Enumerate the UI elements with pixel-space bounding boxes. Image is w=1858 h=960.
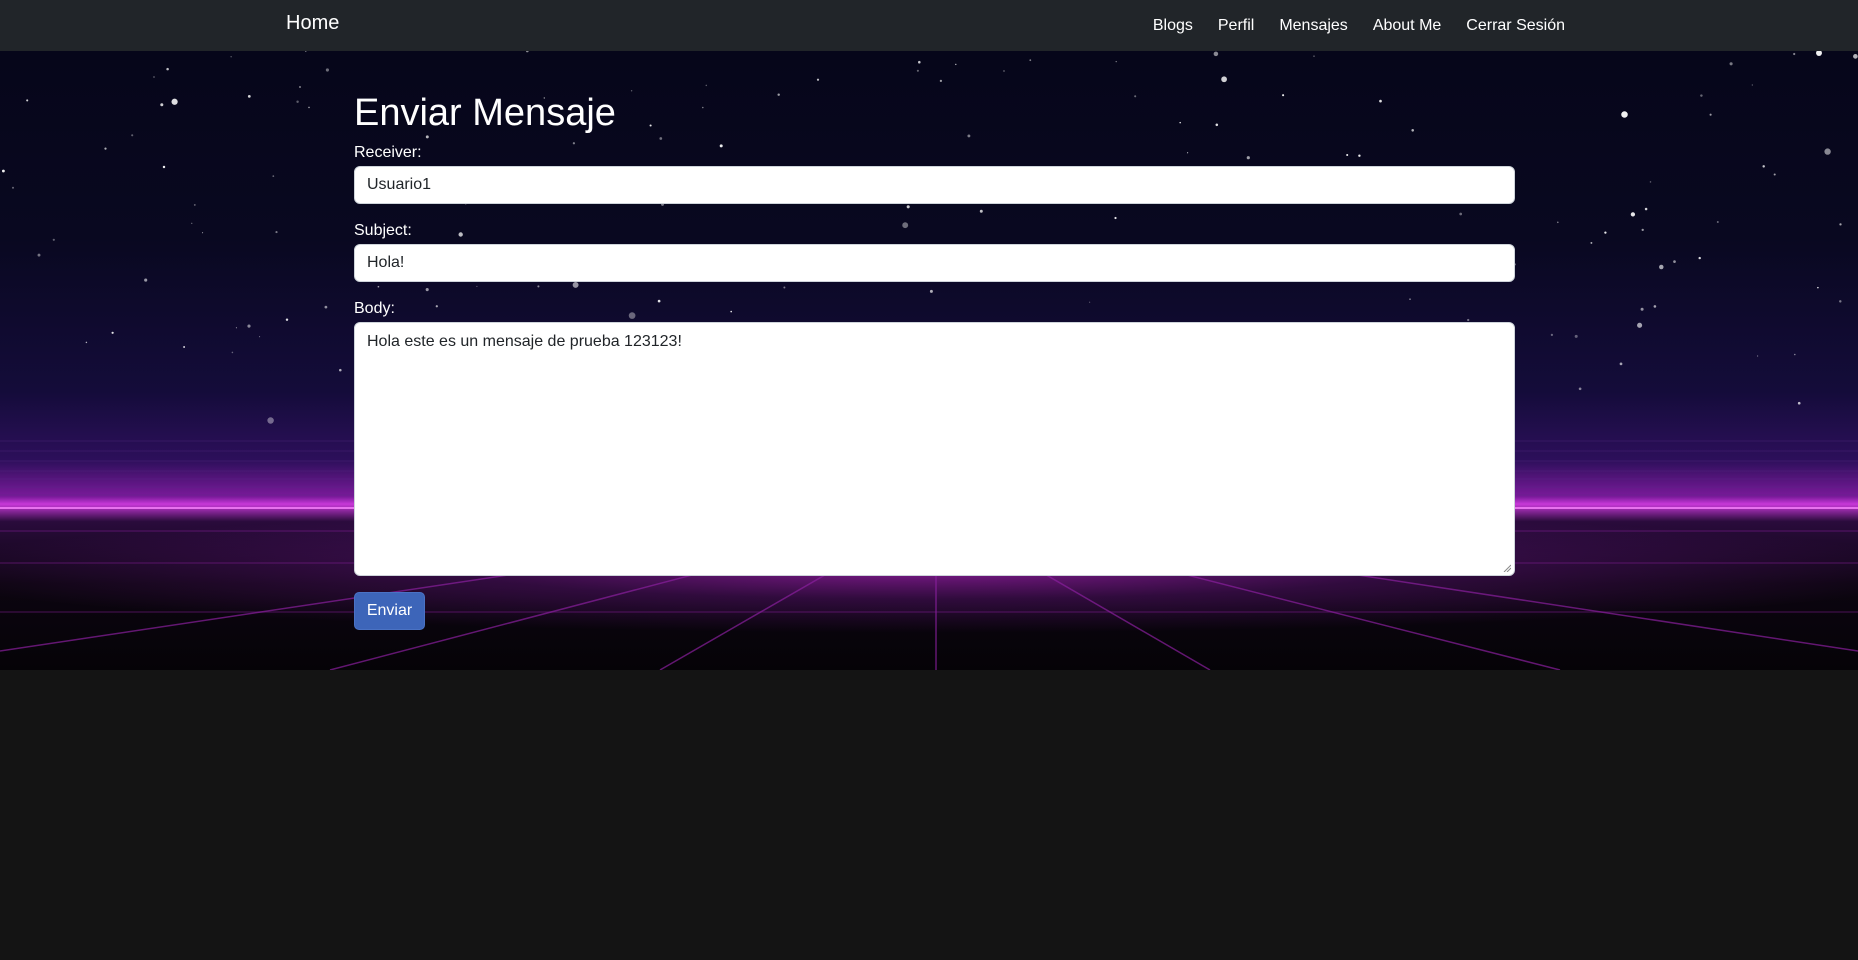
page-title: Enviar Mensaje xyxy=(354,92,616,134)
body-text: Hola este es un mensaje de prueba 123123… xyxy=(367,333,682,350)
subject-label: Subject: xyxy=(354,222,412,239)
send-button[interactable]: Enviar xyxy=(354,592,425,630)
nav-link-about-me[interactable]: About Me xyxy=(1373,16,1441,36)
body-label: Body: xyxy=(354,300,395,317)
nav-link-cerrar-sesion[interactable]: Cerrar Sesión xyxy=(1466,16,1565,36)
body-textarea[interactable]: Hola este es un mensaje de prueba 123123… xyxy=(354,322,1515,576)
receiver-label: Receiver: xyxy=(354,144,422,161)
receiver-input[interactable] xyxy=(354,166,1515,204)
resize-grip-icon[interactable] xyxy=(1503,564,1511,572)
nav-link-mensajes[interactable]: Mensajes xyxy=(1279,16,1347,36)
top-navbar: Home Blogs Perfil Mensajes About Me Cerr… xyxy=(0,0,1858,51)
nav-link-perfil[interactable]: Perfil xyxy=(1218,16,1254,36)
send-message-form: Enviar Mensaje Receiver: Subject: Body: … xyxy=(354,51,1515,670)
nav-links: Blogs Perfil Mensajes About Me Cerrar Se… xyxy=(1153,0,1565,51)
nav-link-blogs[interactable]: Blogs xyxy=(1153,16,1193,36)
home-link[interactable]: Home xyxy=(286,11,339,35)
subject-input[interactable] xyxy=(354,244,1515,282)
